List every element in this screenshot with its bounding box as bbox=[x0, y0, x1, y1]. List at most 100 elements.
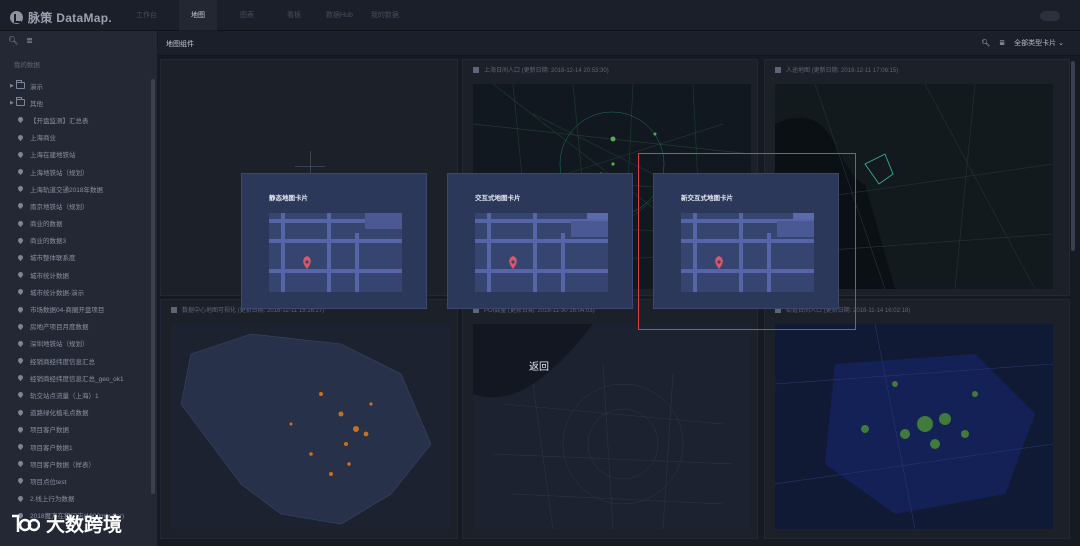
sidebar-item[interactable]: 上海地铁站（规划） bbox=[0, 163, 150, 180]
sidebar-item-label: 城市整体联系度 bbox=[30, 255, 76, 263]
folder-icon bbox=[16, 97, 25, 107]
location-pin-icon bbox=[16, 460, 25, 468]
option-new-interactive-map-card[interactable]: 新交互式地图卡片 bbox=[653, 173, 839, 309]
option-label: 交互式地图卡片 bbox=[475, 195, 521, 202]
nav-item-workbench[interactable]: 工作台 bbox=[136, 0, 157, 31]
map-card[interactable]: POI数量 (更新日期: 2018-11-30 16:04:03) bbox=[462, 299, 758, 539]
sidebar-item[interactable]: 房地产项目月度数据 bbox=[0, 318, 150, 335]
sidebar-item-label: 上海商业 bbox=[30, 135, 56, 143]
sidebar-item[interactable]: 2.线上行为数据 bbox=[0, 490, 150, 507]
tree-folder-demo[interactable]: ▶ 演示 bbox=[0, 77, 150, 94]
sidebar-item-label: 房地产项目月度数据 bbox=[30, 324, 89, 332]
sidebar-item-label: 道路绿化植毛点数据 bbox=[30, 410, 89, 418]
location-pin-icon bbox=[16, 271, 25, 279]
sidebar-item-label: 市场数据04-商圈开盘项目 bbox=[30, 307, 105, 315]
option-static-map-card[interactable]: 静态地图卡片 bbox=[241, 173, 427, 309]
tree-folder-label: 演示 bbox=[30, 83, 43, 91]
location-pin-icon bbox=[16, 305, 25, 313]
top-bar: 脉策 DataMap. 工作台 地图 图表 看板 数据Hub 我的数据 bbox=[0, 0, 1080, 31]
sidebar-item[interactable]: 城市统计数据-演示 bbox=[0, 283, 150, 300]
sidebar-item-label: 经销商经纬度信息汇总_geo_ok1 bbox=[30, 375, 124, 383]
location-pin-icon bbox=[16, 425, 25, 433]
map-card[interactable]: 街道日间人口 (更新日期: 2018-11-14 16:02:18) bbox=[764, 299, 1070, 539]
sidebar-item[interactable]: 城市统计数据 bbox=[0, 266, 150, 283]
location-pin-icon bbox=[16, 442, 25, 451]
nav-item-dashboard[interactable]: 看板 bbox=[287, 0, 301, 31]
search-icon[interactable]: 🔍︎ bbox=[981, 39, 990, 47]
location-pin-icon bbox=[16, 185, 25, 193]
location-pin-icon bbox=[16, 477, 25, 485]
sidebar-item-label: 2.线上行为数据 bbox=[30, 496, 75, 504]
sidebar-item-label: 经销商经纬度信息汇总 bbox=[30, 358, 95, 366]
sidebar-item-label: 上海地铁站（规划） bbox=[30, 169, 89, 177]
nav-item-map[interactable]: 地图 bbox=[179, 0, 217, 31]
sidebar-item[interactable]: 道路绿化植毛点数据 bbox=[0, 404, 150, 421]
return-button[interactable]: 返回 bbox=[529, 358, 549, 373]
chevron-down-icon: ⌄ bbox=[1058, 40, 1064, 47]
sidebar-item[interactable]: 项目客户数据（样表） bbox=[0, 455, 150, 472]
location-pin-icon bbox=[16, 167, 25, 176]
sidebar-item[interactable]: 项目点位test bbox=[0, 472, 150, 489]
sidebar-scrollbar[interactable] bbox=[151, 79, 155, 494]
sidebar-item[interactable]: 项目客户数据 bbox=[0, 421, 150, 438]
sidebar-item[interactable]: 市场数据04-商圈开盘项目 bbox=[0, 300, 150, 317]
tree-folder-label: 其他 bbox=[30, 100, 43, 108]
page-title: 地图组件 bbox=[166, 41, 194, 48]
sort-icon[interactable]: ≣ bbox=[26, 36, 33, 45]
toggle-switch[interactable] bbox=[1040, 11, 1060, 21]
sidebar-item[interactable]: 上海轨道交通2018年数据 bbox=[0, 180, 150, 197]
sidebar-item[interactable]: 项目客户数据1 bbox=[0, 438, 150, 455]
map-icon bbox=[775, 66, 781, 73]
map-thumbnail bbox=[171, 324, 449, 529]
map-illustration-icon bbox=[269, 213, 402, 292]
map-card[interactable]: 数据中心地图可视化 (更新日期: 2018-12-11 15:16:27) bbox=[160, 299, 458, 539]
option-interactive-map-card[interactable]: 交互式地图卡片 bbox=[447, 173, 633, 309]
sidebar-item-label: 【开盘监测】汇总表 bbox=[30, 117, 89, 125]
sidebar-item[interactable]: 南京地铁站（规划） bbox=[0, 197, 150, 214]
sidebar-item[interactable]: 轨交站点流量（上海）1 bbox=[0, 386, 150, 403]
location-pin-icon bbox=[16, 374, 25, 382]
sidebar-item[interactable]: 【开盘监测】汇总表 bbox=[0, 111, 150, 128]
logo-mark-icon bbox=[10, 11, 23, 24]
sidebar-item[interactable]: 上海在建地铁站 bbox=[0, 146, 150, 163]
card-title: 人途地图 (更新日期: 2018-12-11 17:06:15) bbox=[775, 65, 898, 74]
sidebar-item-label: 项目客户数据 bbox=[30, 427, 69, 435]
tree-folder-other[interactable]: ▶ 其他 bbox=[0, 94, 150, 111]
location-pin-icon bbox=[16, 391, 25, 399]
app-logo[interactable]: 脉策 DataMap. bbox=[10, 9, 112, 26]
sort-icon[interactable]: ≣ bbox=[999, 39, 1005, 47]
nav-item-my-data[interactable]: 我的数据 bbox=[371, 0, 399, 31]
sidebar-item-label: 项目客户数据（样表） bbox=[30, 461, 95, 469]
search-icon[interactable]: 🔍︎ bbox=[8, 36, 18, 45]
type-filter-select[interactable]: 全部类型卡片 ⌄ bbox=[1014, 38, 1064, 48]
location-pin-icon bbox=[16, 288, 25, 296]
location-pin-icon bbox=[16, 202, 25, 210]
sidebar-item[interactable]: 商业的数据 bbox=[0, 215, 150, 232]
main-scrollbar[interactable] bbox=[1071, 61, 1075, 251]
sidebar-item[interactable]: 经销商经纬度信息汇总_geo_ok1 bbox=[0, 369, 150, 386]
location-pin-icon bbox=[16, 219, 25, 227]
option-label: 新交互式地图卡片 bbox=[681, 195, 733, 202]
watermark: 大数跨境 bbox=[10, 510, 122, 537]
location-pin-icon bbox=[16, 339, 25, 347]
location-pin-icon bbox=[16, 408, 25, 416]
main-nav: 工作台 地图 图表 看板 数据Hub 我的数据 bbox=[126, 0, 399, 31]
sidebar-item[interactable]: 上海商业 bbox=[0, 129, 150, 146]
sidebar-item[interactable]: 经销商经纬度信息汇总 bbox=[0, 352, 150, 369]
sidebar-item[interactable]: 城市整体联系度 bbox=[0, 249, 150, 266]
type-filter-label: 全部类型卡片 bbox=[1014, 40, 1057, 47]
sidebar-item-label: 城市统计数据 bbox=[30, 272, 69, 280]
sidebar-item-label: 深圳地铁站（规划） bbox=[30, 341, 89, 349]
watermark-logo-icon bbox=[12, 514, 40, 532]
data-tree: ▶ 演示 ▶ 其他 【开盘监测】汇总表 上海商业上海在建地铁站上海地铁站（规划） 上… bbox=[0, 77, 150, 524]
sidebar-item[interactable]: 商业的数据3 bbox=[0, 232, 150, 249]
sidebar-item-label: 商业的数据3 bbox=[30, 238, 67, 246]
nav-item-charts[interactable]: 图表 bbox=[240, 0, 254, 31]
sidebar-item-label: 项目客户数据1 bbox=[30, 444, 73, 452]
location-pin-icon bbox=[16, 116, 25, 124]
sidebar-item[interactable]: 深圳地铁站（规划） bbox=[0, 335, 150, 352]
location-pin-icon bbox=[16, 236, 25, 244]
map-thumbnail bbox=[473, 324, 751, 529]
map-icon bbox=[473, 66, 479, 73]
nav-item-datahub[interactable]: 数据Hub bbox=[326, 0, 353, 31]
